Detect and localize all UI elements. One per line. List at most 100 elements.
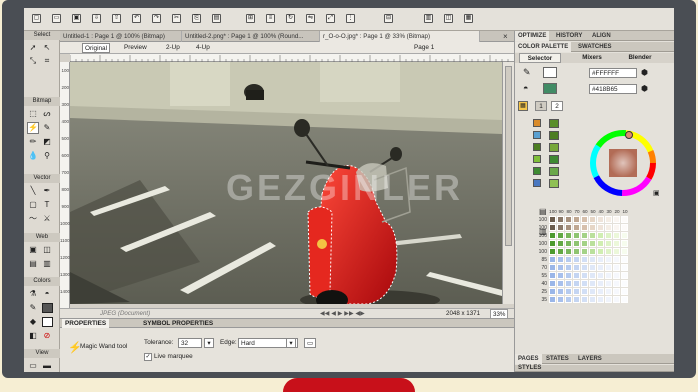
tab-styles[interactable]: STYLES [515, 365, 544, 372]
tint-cell[interactable] [605, 264, 612, 271]
tint-cell[interactable] [565, 280, 572, 287]
line-tool-icon[interactable]: ╲ [28, 186, 38, 196]
tint-cell[interactable] [581, 272, 588, 279]
tint-cell[interactable] [613, 280, 620, 287]
open-icon[interactable]: ▭ [52, 14, 61, 23]
edge-feather-icon[interactable]: ▭ [304, 338, 316, 348]
tint-cell[interactable] [581, 264, 588, 271]
tint-cell[interactable] [549, 264, 556, 271]
tint-cell[interactable] [581, 280, 588, 287]
tint-cell[interactable] [613, 296, 620, 303]
tint-cell[interactable] [597, 240, 604, 247]
tint-cell[interactable] [549, 272, 556, 279]
tint-cell[interactable] [557, 272, 564, 279]
tab-untitled-1[interactable]: Untitled-1 : Page 1 @ 100% (Bitmap) [60, 31, 182, 42]
stroke-color-icon[interactable]: ✎ [28, 303, 38, 313]
view-preview-button[interactable]: Preview [122, 43, 149, 53]
live-marquee-checkbox[interactable]: ✓ [144, 353, 152, 361]
tint-cell[interactable] [549, 240, 556, 247]
tint-cell[interactable] [581, 288, 588, 295]
knife-tool-icon[interactable]: ⚔ [42, 214, 52, 224]
tint-cell[interactable] [573, 232, 580, 239]
tint-cell[interactable] [621, 272, 628, 279]
stroke-color-well[interactable] [42, 303, 53, 313]
tint-cell[interactable] [557, 264, 564, 271]
tint-cell[interactable] [613, 256, 620, 263]
tint-cell[interactable] [597, 256, 604, 263]
order-icon[interactable]: ⊟ [384, 14, 393, 23]
align-icon[interactable]: ≡ [266, 14, 275, 23]
tint-cell[interactable] [605, 224, 612, 231]
transform-icon[interactable]: ⤢ [326, 14, 335, 23]
pointer-tool-icon[interactable]: ➚ [28, 43, 38, 53]
tint-cell[interactable] [589, 256, 596, 263]
tint-cell[interactable] [565, 216, 572, 223]
tint-cell[interactable] [565, 248, 572, 255]
tint-cell[interactable] [597, 280, 604, 287]
stroke-swatch[interactable] [543, 67, 557, 78]
tint-cell[interactable] [621, 232, 628, 239]
tint-cell[interactable] [581, 216, 588, 223]
color-list-icon[interactable] [533, 119, 541, 127]
brush-tool-icon[interactable]: ✎ [42, 123, 52, 133]
slice-tool-icon[interactable]: ◫ [42, 245, 52, 255]
tint-cell[interactable] [565, 264, 572, 271]
new-icon[interactable]: ▢ [32, 14, 41, 23]
tint-cell[interactable] [565, 224, 572, 231]
tint-cell[interactable] [597, 264, 604, 271]
tint-cell[interactable] [549, 256, 556, 263]
tint-cell[interactable] [613, 240, 620, 247]
tab-history[interactable]: HISTORY [553, 31, 585, 41]
stroke-hex-input[interactable]: #FFFFFF [589, 68, 637, 78]
fill-wheel-icon[interactable]: ⬢ [641, 84, 648, 93]
close-document-icon[interactable]: × [500, 31, 514, 42]
hotspot-tool-icon[interactable]: ▣ [28, 245, 38, 255]
tint-cell[interactable] [605, 280, 612, 287]
scale-tool-icon[interactable]: ⤡ [28, 56, 38, 66]
tint-cell[interactable] [549, 216, 556, 223]
text-tool-icon[interactable]: T [42, 200, 52, 210]
hide-slices-icon[interactable]: ▤ [28, 259, 38, 269]
rubber-stamp-tool-icon[interactable]: ⚲ [42, 151, 52, 161]
color-list-icon[interactable] [533, 143, 541, 151]
crop-tool-icon[interactable]: ⌗ [42, 56, 52, 66]
view-2up-button[interactable]: 2-Up [164, 43, 182, 53]
arrange-icon[interactable]: ▦ [464, 14, 473, 23]
cut-icon[interactable]: ✂ [172, 14, 181, 23]
tint-cell[interactable] [565, 288, 572, 295]
tab-untitled-2[interactable]: Untitled-2.png* : Page 1 @ 100% (Round..… [182, 31, 320, 42]
tint-cell[interactable] [581, 224, 588, 231]
tint-cell[interactable] [621, 256, 628, 263]
vertical-scrollbar[interactable] [502, 62, 514, 304]
fill-hex-input[interactable]: #418B65 [589, 84, 637, 94]
color-list-icon[interactable] [533, 167, 541, 175]
tint-cell[interactable] [621, 224, 628, 231]
color-wheel[interactable] [589, 129, 657, 197]
import-icon[interactable]: ⇩ [92, 14, 101, 23]
tint-cell[interactable] [613, 224, 620, 231]
color-list-icon[interactable] [533, 155, 541, 163]
tint-cell[interactable] [613, 264, 620, 271]
tint-cell[interactable] [597, 272, 604, 279]
paste-icon[interactable]: ▤ [212, 14, 221, 23]
tint-cell[interactable] [557, 248, 564, 255]
undo-icon[interactable]: ↶ [132, 14, 141, 23]
tint-cell[interactable] [557, 256, 564, 263]
tint-cell[interactable] [557, 216, 564, 223]
tint-cell[interactable] [573, 296, 580, 303]
eyedropper-tool-icon[interactable]: ⚗ [28, 289, 38, 299]
export-icon[interactable]: ⇧ [112, 14, 121, 23]
color-list-swatch[interactable] [549, 179, 559, 188]
tint-cell[interactable] [605, 296, 612, 303]
tint-cell[interactable] [589, 248, 596, 255]
tint-cell[interactable] [557, 240, 564, 247]
tint-cell[interactable] [613, 216, 620, 223]
tint-cell[interactable] [565, 272, 572, 279]
scroll-thumb[interactable] [505, 66, 512, 246]
tint-cell[interactable] [557, 296, 564, 303]
rectangle-tool-icon[interactable]: ▢ [28, 200, 38, 210]
tint-cell[interactable] [621, 240, 628, 247]
tint-cell[interactable] [581, 256, 588, 263]
tint-cell[interactable] [573, 248, 580, 255]
color-list-swatch[interactable] [549, 167, 559, 176]
